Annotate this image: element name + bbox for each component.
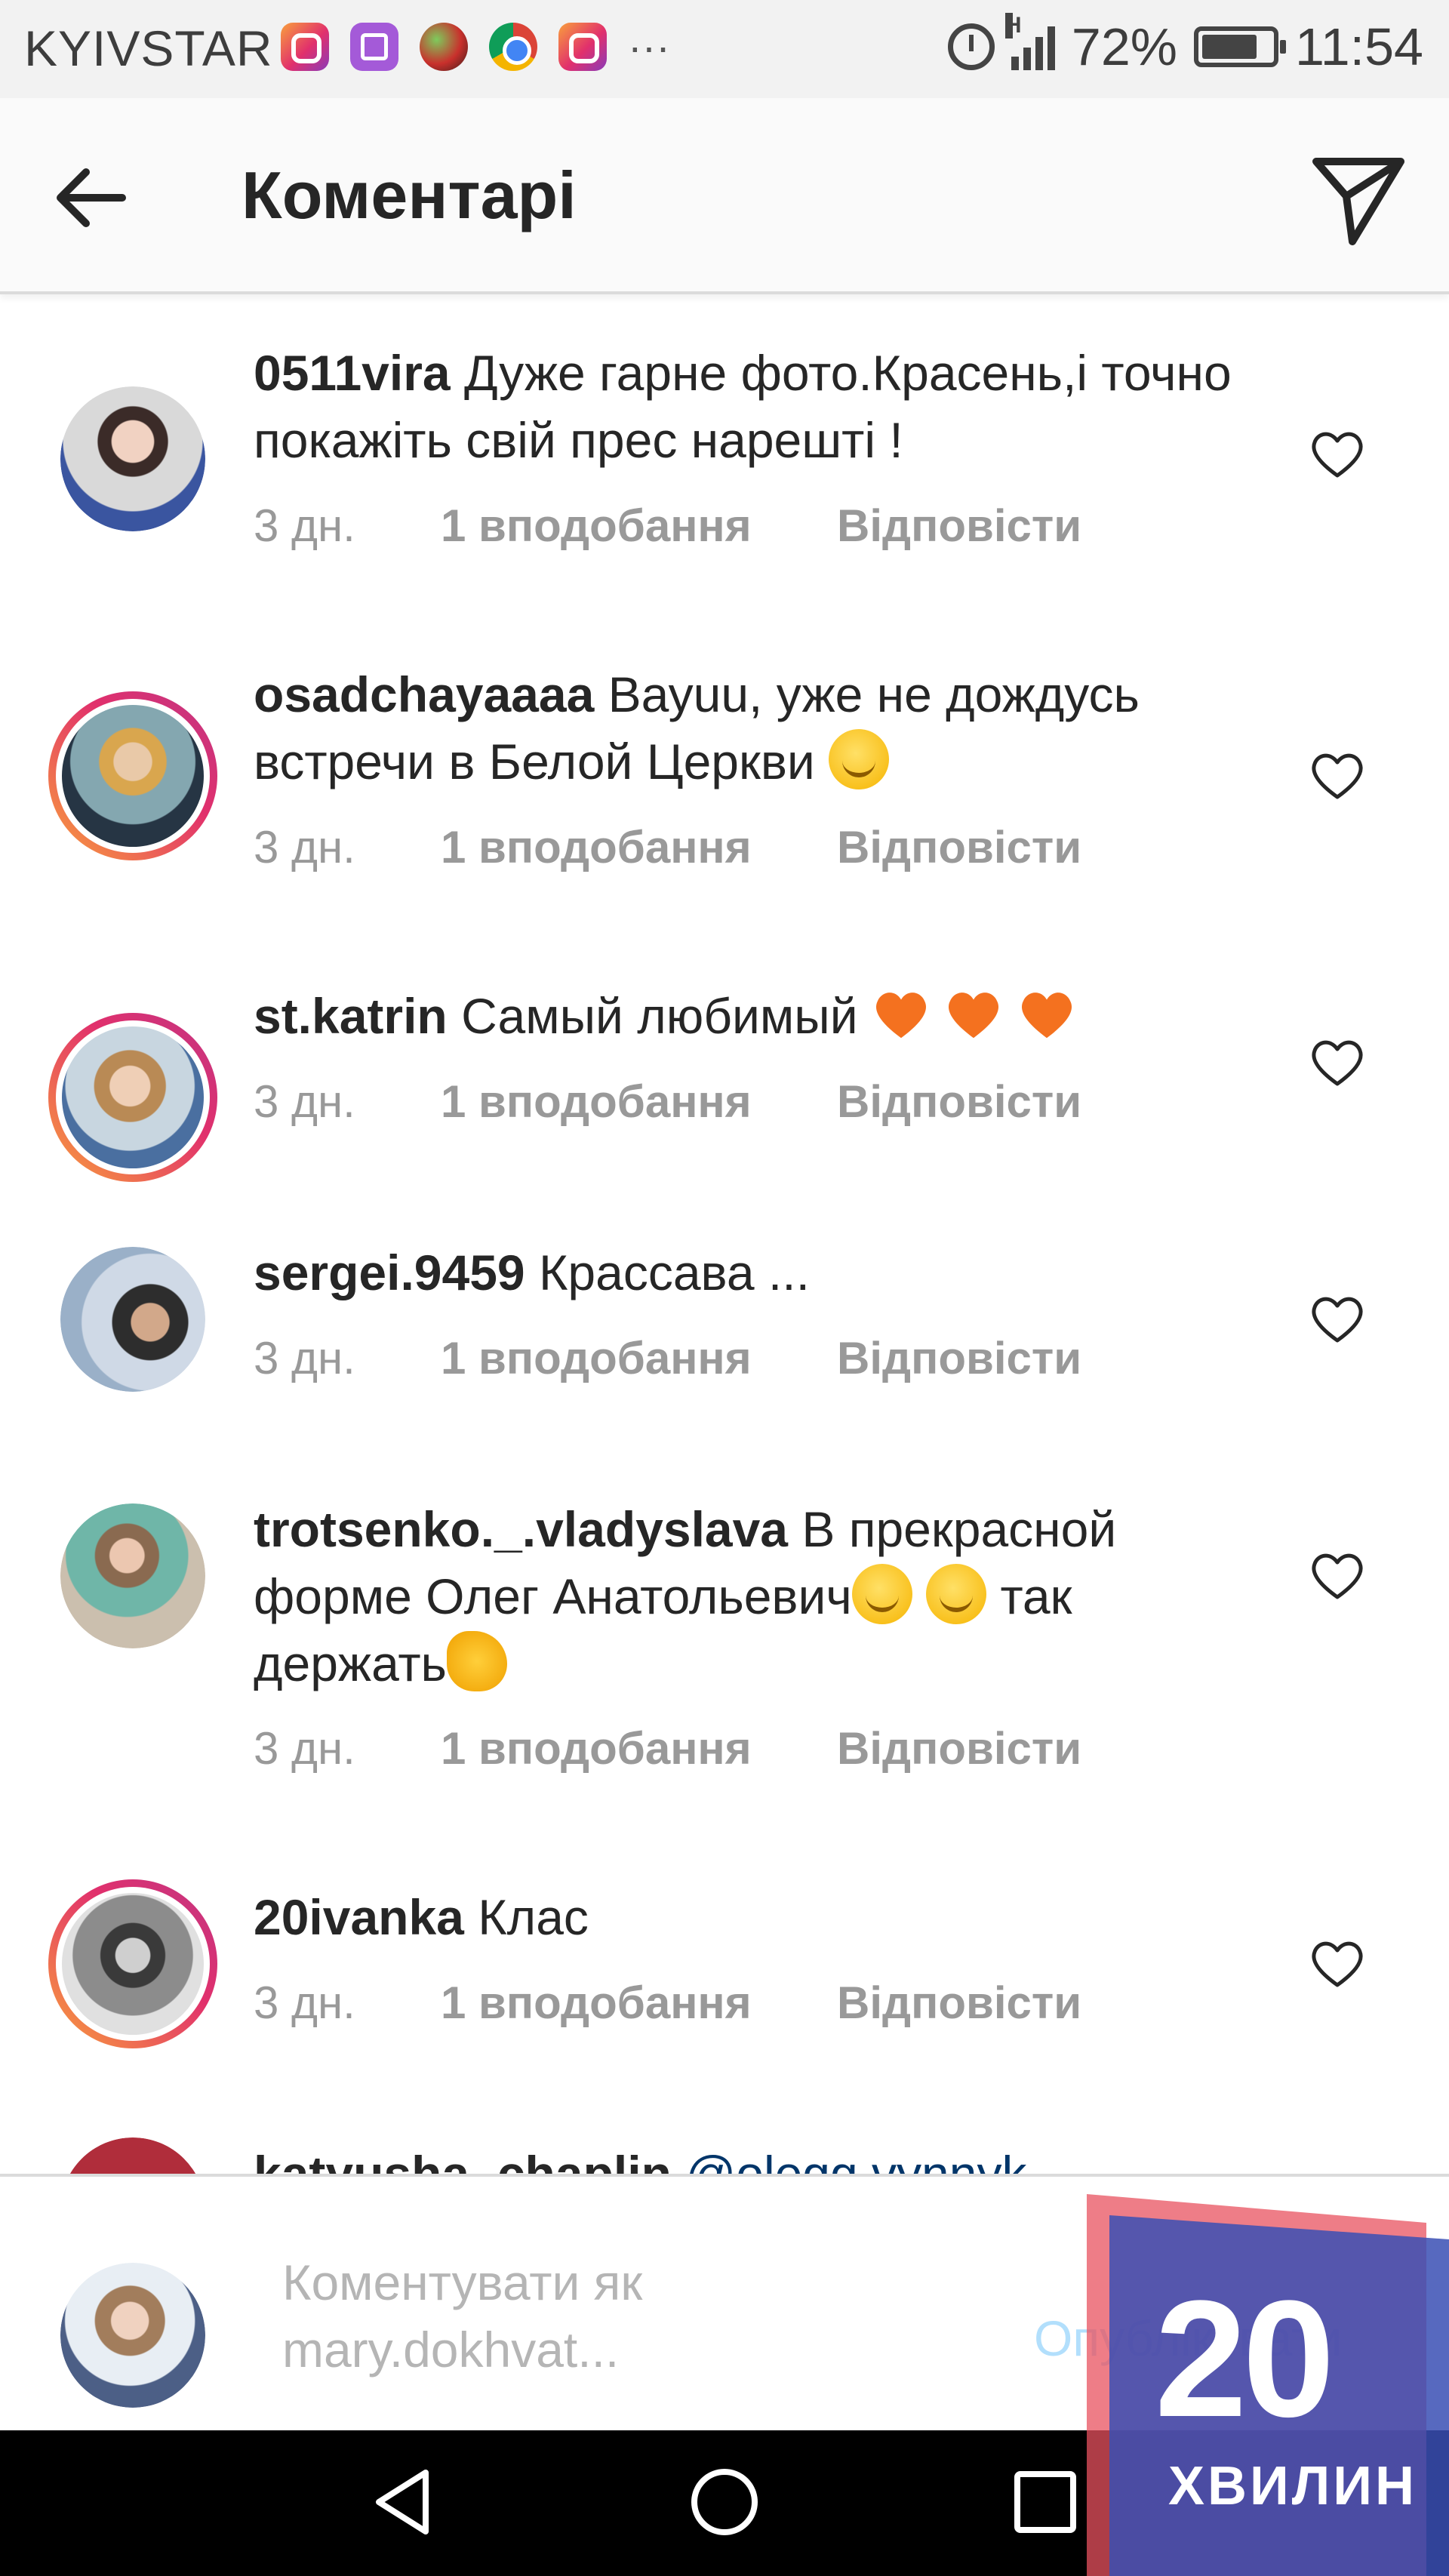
comment-time: 3 дн.: [254, 1977, 355, 2028]
comment-likes[interactable]: 1 вподобання: [441, 1977, 837, 2029]
comment-likes[interactable]: 1 вподобання: [441, 1332, 837, 1384]
heart-icon[interactable]: [1307, 1033, 1367, 1093]
status-right: H 72% 11:54: [947, 13, 1423, 77]
signal-icon: H: [1004, 13, 1055, 70]
comment-username[interactable]: st.katrin: [254, 988, 448, 1044]
comment-text: Клас: [478, 1889, 589, 1945]
game-icon: [420, 23, 468, 71]
recent-apps-square-icon[interactable]: [1004, 2461, 1087, 2544]
alarm-icon: [947, 23, 995, 70]
comment-username[interactable]: 0511vira: [254, 345, 451, 401]
comment-meta: 3 дн. 1 вподобання Відповісти: [254, 500, 1081, 552]
heart-icon[interactable]: [1307, 746, 1367, 806]
comment-likes[interactable]: 1 вподобання: [441, 821, 837, 873]
comment-input-placeholder-line2: mary.dokhvat...: [282, 2322, 620, 2377]
comment-likes[interactable]: 1 вподобання: [441, 1722, 837, 1774]
mention-link[interactable]: @olegg.vynnyk: [685, 2146, 1026, 2174]
smiling-face-emoji: [829, 729, 890, 789]
comment-time: 3 дн.: [254, 500, 355, 551]
back-triangle-icon[interactable]: [362, 2461, 445, 2544]
avatar[interactable]: [48, 1013, 217, 1182]
comment-time: 3 дн.: [254, 1333, 355, 1383]
status-bar: KYIVSTAR ··· H 72% 11:54: [0, 0, 1449, 98]
notification-icons: ···: [281, 23, 670, 71]
page-title: Коментарі: [242, 158, 577, 232]
avatar[interactable]: [48, 691, 217, 860]
instagram-icon: [558, 23, 607, 71]
battery-percent: 72%: [1071, 17, 1178, 76]
comment-body: trotsenko._.vladyslava В прекрасной форм…: [254, 1496, 1257, 1697]
comment-text: Крассава ...: [538, 1245, 810, 1300]
watermark-number: 20: [1155, 2266, 1335, 2451]
reply-button[interactable]: Відповісти: [837, 1722, 1081, 1774]
gallery-icon: [350, 23, 398, 71]
comment-body: osadchayaaaa Вауuu, уже не дождусь встре…: [254, 661, 1257, 796]
avatar[interactable]: [48, 1879, 217, 2048]
avatar[interactable]: [60, 1503, 205, 1648]
comment-meta: 3 дн. 1 вподобання Відповісти: [254, 1977, 1081, 2029]
comment-username[interactable]: katyusha_chaplin: [254, 2146, 672, 2174]
comment-meta: 3 дн. 1 вподобання Відповісти: [254, 821, 1081, 873]
orange-heart-emoji: [1021, 993, 1072, 1039]
comment-input[interactable]: Коментувати як mary.dokhvat...: [282, 2249, 961, 2384]
more-notifications-icon: ···: [628, 23, 670, 70]
network-type-label: H: [1004, 13, 1022, 38]
carrier-label: KYIVSTAR: [24, 20, 273, 76]
comment-time: 3 дн.: [254, 1076, 355, 1127]
orange-heart-emoji: [875, 993, 926, 1039]
direct-send-icon[interactable]: [1306, 146, 1411, 252]
comment-meta: 3 дн. 1 вподобання Відповісти: [254, 1332, 1081, 1384]
heart-icon[interactable]: [1307, 1934, 1367, 1994]
reply-button[interactable]: Відповісти: [837, 1076, 1081, 1128]
comments-list[interactable]: 0511vira Дуже гарне фото.Красень,і точно…: [0, 294, 1449, 2174]
heart-icon[interactable]: [1307, 424, 1367, 485]
watermark-word: ХВИЛИН: [1168, 2456, 1418, 2516]
home-circle-icon[interactable]: [683, 2461, 766, 2544]
avatar[interactable]: [60, 2137, 205, 2174]
back-arrow-icon[interactable]: [47, 152, 137, 243]
comment-meta: 3 дн. 1 вподобання Відповісти: [254, 1076, 1081, 1128]
comment-body: sergei.9459 Крассава ...: [254, 1239, 1257, 1306]
chrome-icon: [489, 23, 537, 71]
reply-button[interactable]: Відповісти: [837, 1977, 1081, 2029]
watermark-logo: 20 ХВИЛИН: [1087, 2193, 1449, 2576]
comment-time: 3 дн.: [254, 822, 355, 873]
comment-body: katyusha_chaplin @olegg.vynnyk: [254, 2141, 1257, 2174]
battery-icon: [1194, 26, 1287, 67]
comment-username[interactable]: 20ivanka: [254, 1889, 464, 1945]
avatar[interactable]: [60, 386, 205, 531]
comment-username[interactable]: sergei.9459: [254, 1245, 525, 1300]
comment-body: 0511vira Дуже гарне фото.Красень,і точно…: [254, 340, 1257, 474]
comment-input-placeholder-line1: Коментувати як: [282, 2254, 643, 2310]
comment-text: Самый любимый: [461, 988, 858, 1044]
slight-smile-face-emoji: [926, 1564, 987, 1624]
eye-roll-face-emoji: [851, 1564, 912, 1624]
instagram-icon: [281, 23, 329, 71]
avatar[interactable]: [60, 1247, 205, 1392]
comment-likes[interactable]: 1 вподобання: [441, 1076, 837, 1128]
reply-button[interactable]: Відповісти: [837, 1332, 1081, 1384]
comment-username[interactable]: trotsenko._.vladyslava: [254, 1501, 788, 1557]
heart-icon[interactable]: [1307, 1546, 1367, 1606]
comment-time: 3 дн.: [254, 1723, 355, 1774]
heart-icon[interactable]: [1307, 1289, 1367, 1350]
current-user-avatar: [60, 2263, 205, 2408]
comment-username[interactable]: osadchayaaaa: [254, 666, 594, 722]
flexed-biceps-emoji: [446, 1631, 507, 1691]
header: Коментарі: [0, 98, 1449, 294]
comment-body: 20ivanka Клас: [254, 1884, 1257, 1951]
reply-button[interactable]: Відповісти: [837, 500, 1081, 552]
comment-body: st.katrin Самый любимый: [254, 983, 1257, 1050]
comment-meta: 3 дн. 1 вподобання Відповісти: [254, 1722, 1081, 1774]
orange-heart-emoji: [949, 993, 999, 1039]
clock: 11:54: [1295, 17, 1423, 76]
reply-button[interactable]: Відповісти: [837, 821, 1081, 873]
comment-likes[interactable]: 1 вподобання: [441, 500, 837, 552]
